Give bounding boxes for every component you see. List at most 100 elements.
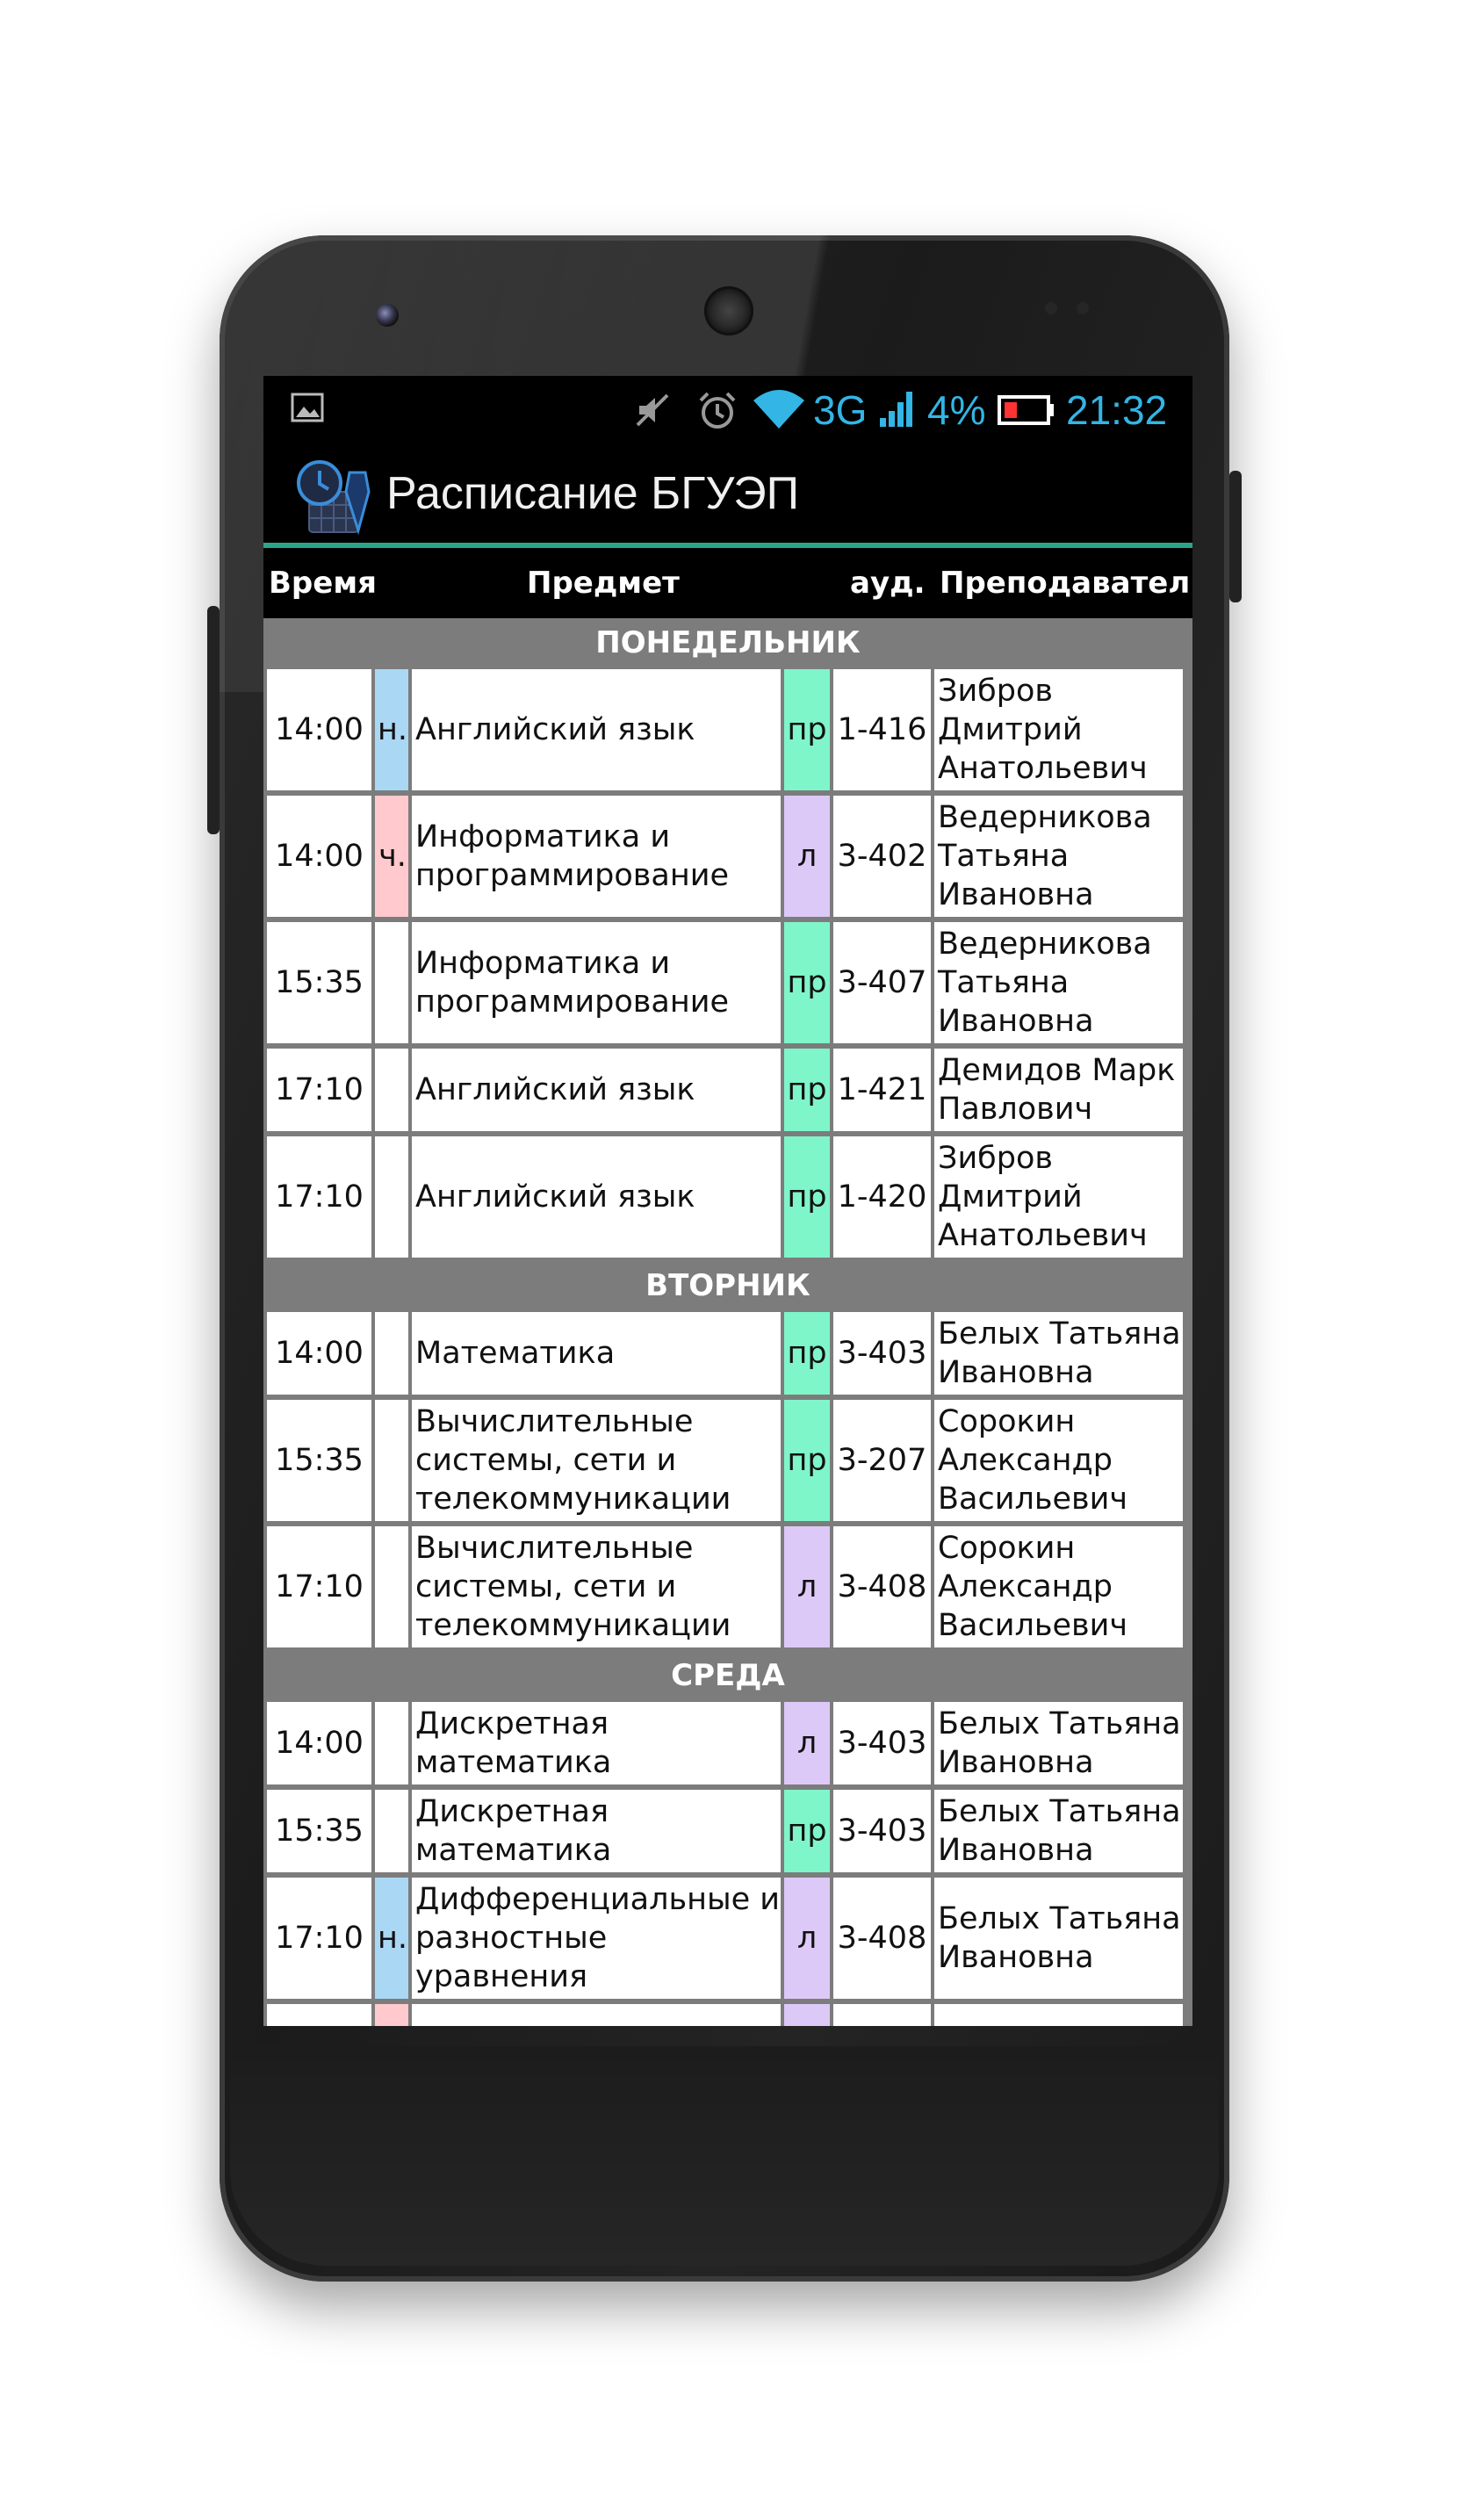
volume-button [207,606,220,834]
partial-cell [267,2004,371,2026]
teacher-cell: Белых Татьяна Ивановна [934,1878,1183,1999]
mute-icon [636,393,669,427]
app-title: Расписание БГУЭП [386,468,800,519]
subject-cell: Вычислительные системы, сети и телекомму… [412,1400,781,1521]
week-parity-cell [375,922,408,1043]
room-cell: 3-403 [833,1702,931,1784]
time-cell: 14:00 [267,669,371,790]
room-cell: 1-420 [833,1136,931,1258]
schedule-table: ПОНЕДЕЛЬНИК 14:00 н. Английский язык пр 1-416… [263,618,1192,2026]
teacher-cell: Демидов Марк Павлович [934,1049,1183,1131]
teacher-cell: Ведерникова Татьяна Ивановна [934,796,1183,917]
subject-cell: Информатика и программирование [412,796,781,917]
time-cell: 17:10 [267,1526,371,1647]
subject-cell: Информатика и программирование [412,922,781,1043]
screen: 3G 4% 21:32 Расписание БГУЭП Время Предм… [263,376,1192,2026]
phone-chin [230,2046,1219,2266]
class-type-cell: пр [784,1790,830,1872]
subject-cell: Дискретная математика [412,1702,781,1784]
week-parity-cell [375,1400,408,1521]
teacher-cell: Белых Татьяна Ивановна [934,1702,1183,1784]
class-type-cell: пр [784,1136,830,1258]
subject-cell: Дифференциальные и разностные уравнения [412,1878,781,1999]
class-type-cell: пр [784,1049,830,1131]
room-cell: 1-416 [833,669,931,790]
week-parity-cell: н. [375,1878,408,1999]
subject-cell: Вычислительные системы, сети и телекомму… [412,1526,781,1647]
class-type-cell: л [784,796,830,917]
time-cell: 14:00 [267,1312,371,1395]
schedule-row[interactable]: 14:00 ч. Информатика и программирование л 3-… [263,794,1192,920]
schedule-row[interactable]: 15:35 Информатика и программирование пр 3-4… [263,920,1192,1047]
week-parity-cell [375,1702,408,1784]
week-parity-cell [375,1312,408,1395]
time-cell: 14:00 [267,796,371,917]
alarm-icon [699,392,736,429]
column-room: ауд. [850,566,926,601]
time-cell: 17:10 [267,1136,371,1258]
column-subject: Предмет [527,566,680,601]
subject-cell: Дискретная математика [412,1790,781,1872]
schedule-row[interactable]: 15:35 Дискретная математика пр 3-403 Белых Т… [263,1788,1192,1876]
schedule-row[interactable]: 17:10 н. Дифференциальные и разностные ура… [263,1876,1192,2002]
schedule-row[interactable]: 17:10 Вычислительные системы, сети и теле… [263,1525,1192,1651]
room-cell: 3-402 [833,796,931,917]
front-camera [376,304,399,327]
class-type-cell: пр [784,669,830,790]
battery-icon [998,395,1054,425]
teacher-cell: Белых Татьяна Ивановна [934,1312,1183,1395]
teacher-cell: Зибров Дмитрий Анатольевич [934,669,1183,790]
partial-cell [412,2004,781,2026]
week-parity-cell [375,1526,408,1647]
wifi-icon [753,390,804,429]
class-type-cell: пр [784,922,830,1043]
day-header: ВТОРНИК [263,1261,1192,1310]
signal-icon [880,392,912,427]
earpiece-speaker [704,286,753,335]
action-bar: Расписание БГУЭП [263,444,1192,548]
week-parity-cell [375,1790,408,1872]
column-teacher: Преподаватель [940,566,1192,601]
status-bar: 3G 4% 21:32 [263,376,1192,444]
partial-cell [934,2004,1183,2026]
room-cell: 3-408 [833,1878,931,1999]
day-header: СРЕДА [263,1651,1192,1700]
time-cell: 17:10 [267,1049,371,1131]
time-cell: 15:35 [267,922,371,1043]
room-cell: 3-403 [833,1312,931,1395]
power-button [1229,471,1242,602]
class-type-cell: л [784,1878,830,1999]
subject-cell: Математика [412,1312,781,1395]
subject-cell: Английский язык [412,1136,781,1258]
partial-cell [833,2004,931,2026]
week-parity-cell [375,1136,408,1258]
schedule-row-partial[interactable] [263,2002,1192,2026]
partial-cell [784,2004,830,2026]
week-parity-cell: н. [375,669,408,790]
partial-cell [375,2004,408,2026]
column-time: Время [269,566,377,601]
teacher-cell: Сорокин Александр Васильевич [934,1526,1183,1647]
room-cell: 3-403 [833,1790,931,1872]
schedule-row[interactable]: 14:00 Дискретная математика л 3-403 Белых Та… [263,1700,1192,1788]
class-type-cell: л [784,1702,830,1784]
class-type-cell: пр [784,1400,830,1521]
class-type-cell: л [784,1526,830,1647]
subject-cell: Английский язык [412,669,781,790]
schedule-row[interactable]: 17:10 Английский язык пр 1-420 Зибров Дмитри… [263,1135,1192,1261]
schedule-row[interactable]: 15:35 Вычислительные системы, сети и теле… [263,1398,1192,1525]
schedule-row[interactable]: 14:00 н. Английский язык пр 1-416 Зибров Дмит… [263,667,1192,794]
class-type-cell: пр [784,1312,830,1395]
schedule-row[interactable]: 14:00 Математика пр 3-403 Белых Татьяна Иван… [263,1310,1192,1398]
time-cell: 14:00 [267,1702,371,1784]
teacher-cell: Зибров Дмитрий Анатольевич [934,1136,1183,1258]
room-cell: 1-421 [833,1049,931,1131]
week-parity-cell: ч. [375,796,408,917]
light-sensor [1077,302,1089,314]
teacher-cell: Ведерникова Татьяна Ивановна [934,922,1183,1043]
teacher-cell: Белых Татьяна Ивановна [934,1790,1183,1872]
week-parity-cell [375,1049,408,1131]
schedule-row[interactable]: 17:10 Английский язык пр 1-421 Демидов Марк … [263,1047,1192,1135]
app-logo-icon[interactable] [293,457,372,536]
time-cell: 17:10 [267,1878,371,1999]
